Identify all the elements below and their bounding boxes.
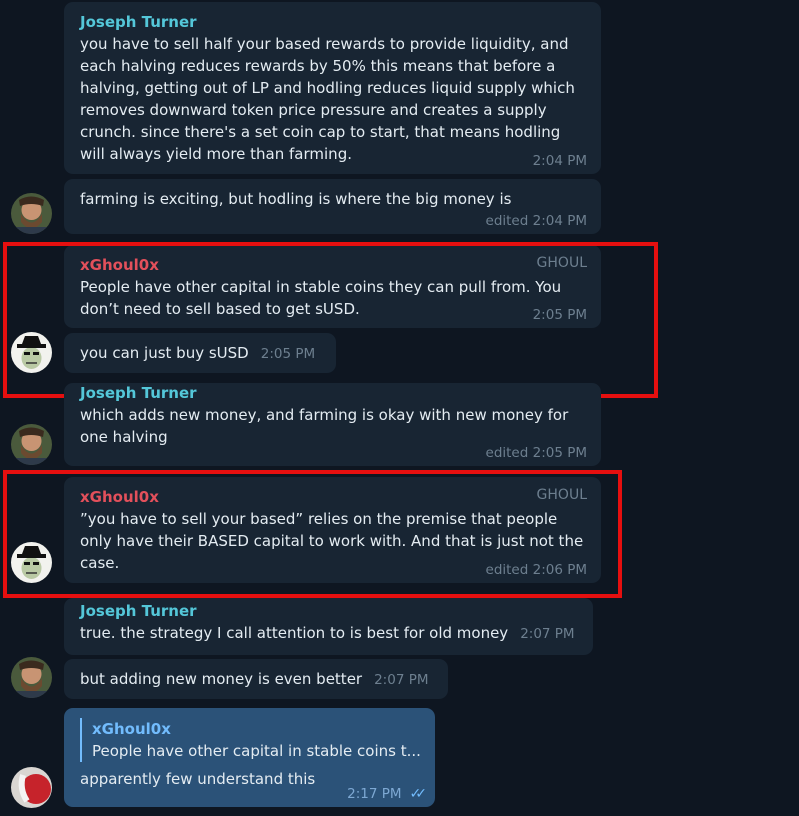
- sender-name[interactable]: Joseph Turner: [80, 11, 587, 33]
- bearded-man-avatar-icon: [11, 193, 52, 234]
- bearded-man-avatar-icon: [11, 424, 52, 465]
- sender-name[interactable]: Joseph Turner: [80, 600, 579, 622]
- message-bubble[interactable]: Joseph Turner true. the strategy I call …: [64, 598, 593, 655]
- message-status: 2:17 PM ✓✓: [347, 786, 428, 802]
- double-check-icon: ✓✓: [409, 786, 428, 802]
- message-text: which adds new money, and farming is oka…: [80, 406, 569, 446]
- message-bubble[interactable]: Joseph Turner you have to sell half your…: [64, 2, 601, 174]
- reply-sender-name: xGhoul0x: [92, 720, 171, 738]
- bearded-man-avatar-icon: [11, 657, 52, 698]
- user-avatar[interactable]: [11, 657, 52, 698]
- user-avatar[interactable]: [11, 424, 52, 465]
- user-avatar[interactable]: [11, 193, 52, 234]
- reply-text: People have other capital in stable coin…: [92, 742, 421, 760]
- message-bubble[interactable]: but adding new money is even better 2:07 …: [64, 659, 448, 699]
- message-text: but adding new money is even better: [80, 670, 363, 688]
- reply-quote[interactable]: xGhoul0x People have other capital in st…: [80, 718, 421, 762]
- message-time: 2:04 PM: [532, 153, 587, 169]
- highlight-box: [3, 470, 622, 598]
- message-bubble[interactable]: Joseph Turner which adds new money, and …: [64, 383, 601, 466]
- message-bubble[interactable]: farming is exciting, but hodling is wher…: [64, 179, 601, 234]
- message-time: 2:17 PM: [347, 786, 402, 802]
- message-text: you have to sell half your based rewards…: [80, 35, 575, 163]
- message-text: farming is exciting, but hodling is wher…: [80, 190, 512, 208]
- message-time: 2:07 PM: [520, 626, 575, 642]
- user-avatar[interactable]: [11, 767, 52, 808]
- red-ball-avatar-icon: [11, 767, 52, 808]
- message-bubble-outgoing[interactable]: xGhoul0x People have other capital in st…: [64, 708, 435, 807]
- message-time: edited 2:04 PM: [485, 213, 587, 229]
- sender-name[interactable]: Joseph Turner: [80, 382, 587, 404]
- message-time: edited 2:05 PM: [485, 445, 587, 461]
- message-time: 2:07 PM: [374, 672, 429, 688]
- message-text: true. the strategy I call attention to i…: [80, 624, 509, 642]
- highlight-box: [3, 242, 658, 398]
